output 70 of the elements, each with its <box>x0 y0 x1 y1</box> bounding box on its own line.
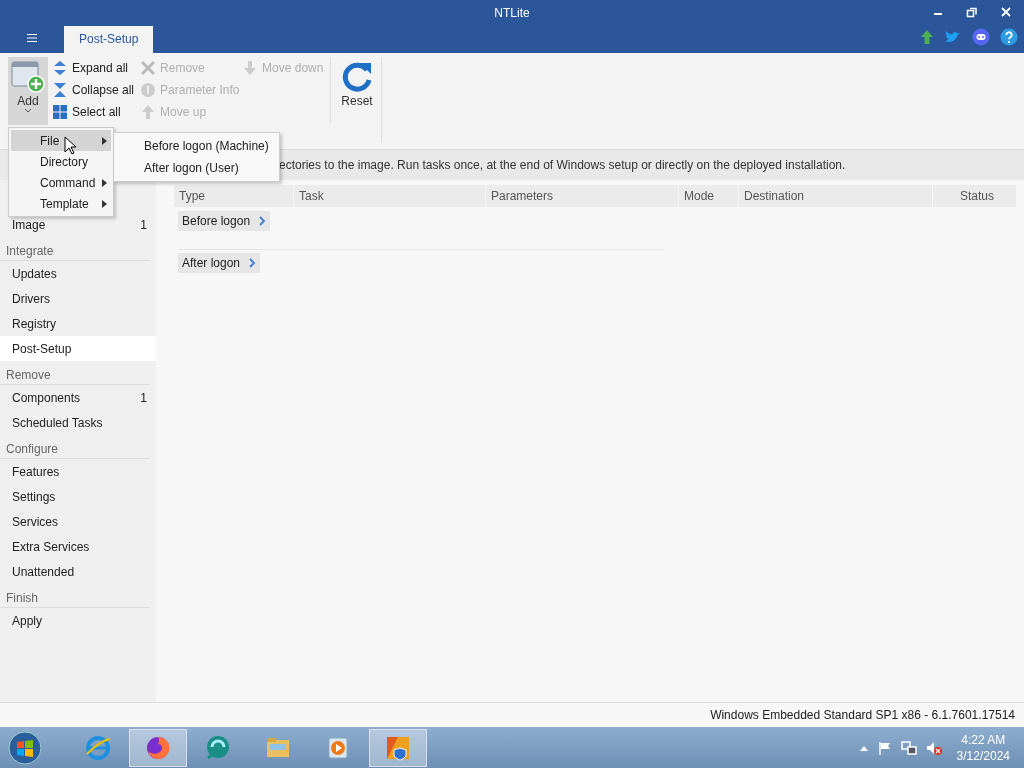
submenu-arrow-icon <box>102 178 107 187</box>
column-header[interactable]: Task <box>294 185 486 207</box>
flag-icon[interactable] <box>876 739 893 756</box>
column-header[interactable]: Parameters <box>486 185 679 207</box>
submenu-arrow-icon <box>102 199 107 208</box>
info-icon <box>140 82 157 98</box>
sidebar-item[interactable]: Features <box>0 459 156 484</box>
count-label: 1 <box>140 217 147 232</box>
column-header[interactable]: Status <box>933 185 1017 207</box>
menu-item[interactable]: File <box>11 130 111 151</box>
chat-icon[interactable] <box>972 28 990 46</box>
taskbar-button[interactable] <box>369 728 427 767</box>
cross-icon <box>140 60 157 76</box>
window-title: NTLite <box>494 5 530 20</box>
sidebar-item[interactable]: Scheduled Tasks <box>0 410 156 435</box>
close-icon[interactable] <box>1000 6 1012 18</box>
sidebar-item[interactable]: Settings <box>0 484 156 509</box>
menu-item[interactable]: Before logon (Machine) <box>114 135 279 157</box>
sidebar-item[interactable]: Components 1 <box>0 385 156 410</box>
add-button[interactable]: Add <box>8 57 48 125</box>
submenu-arrow-icon <box>102 136 107 145</box>
group-toggle[interactable]: Before logon <box>178 211 271 231</box>
chevron-right-icon <box>258 215 267 227</box>
browser-icon <box>84 733 112 762</box>
ribbon-tab[interactable]: Post-Setup <box>64 26 154 53</box>
expand-icon <box>52 60 68 76</box>
sidebar-item[interactable]: Post-Setup <box>0 336 156 361</box>
start-orb-icon[interactable] <box>7 729 43 766</box>
sidebar-item[interactable]: Unattended <box>0 559 156 584</box>
section-header: Remove <box>0 361 150 385</box>
bird-icon[interactable] <box>944 29 962 45</box>
count-label: 1 <box>140 390 147 405</box>
speech-app-icon <box>204 733 232 762</box>
section-header: Configure <box>0 435 150 459</box>
menu-item[interactable]: Directory <box>11 151 111 172</box>
menu-item[interactable]: Command <box>11 172 111 193</box>
status-text: Windows Embedded Standard SP1 x86 - 6.1.7601.17514 <box>710 708 1015 722</box>
grid-button[interactable]: Select all <box>52 103 135 121</box>
menu-item[interactable]: Template <box>11 193 111 214</box>
taskbar-button[interactable] <box>129 728 187 767</box>
reset-button[interactable]: Reset <box>337 57 378 125</box>
up-arrow-icon <box>140 104 157 120</box>
restore-icon[interactable] <box>966 6 978 18</box>
sidebar-item[interactable]: Extra Services <box>0 534 156 559</box>
up-arrow-icon[interactable] <box>920 29 934 45</box>
column-header[interactable]: Mode <box>679 185 739 207</box>
sidebar-item[interactable]: Apply <box>0 608 156 633</box>
help-icon[interactable] <box>1000 28 1018 46</box>
expand-button[interactable]: Expand all <box>52 59 135 77</box>
add-window-icon <box>11 60 45 94</box>
section-header: Finish <box>0 584 150 608</box>
group-toggle[interactable]: After logon <box>178 253 261 273</box>
menu-item[interactable]: After logon (User) <box>114 157 279 179</box>
menu-icon[interactable] <box>26 33 38 43</box>
chevron-right-icon <box>248 257 257 269</box>
column-header[interactable]: Destination <box>739 185 933 207</box>
section-header: Integrate <box>0 237 150 261</box>
caret-icon <box>24 108 32 113</box>
collapse-button[interactable]: Collapse all <box>52 81 135 99</box>
down-arrow-icon <box>242 60 259 76</box>
description-text: ectories to the image. Run tasks once, at the end of Windows setup or directly on the deployed installation. <box>279 158 846 172</box>
column-header[interactable]: Type <box>174 185 294 207</box>
grid-icon <box>52 104 68 120</box>
sidebar-item[interactable]: Updates <box>0 261 156 286</box>
mouse-pointer-icon <box>64 136 78 156</box>
sidebar-item[interactable]: Registry <box>0 311 156 336</box>
network-icon[interactable] <box>900 739 917 756</box>
collapse-icon <box>52 82 68 98</box>
sidebar-item[interactable]: Services <box>0 509 156 534</box>
sidebar-item[interactable]: Drivers <box>0 286 156 311</box>
